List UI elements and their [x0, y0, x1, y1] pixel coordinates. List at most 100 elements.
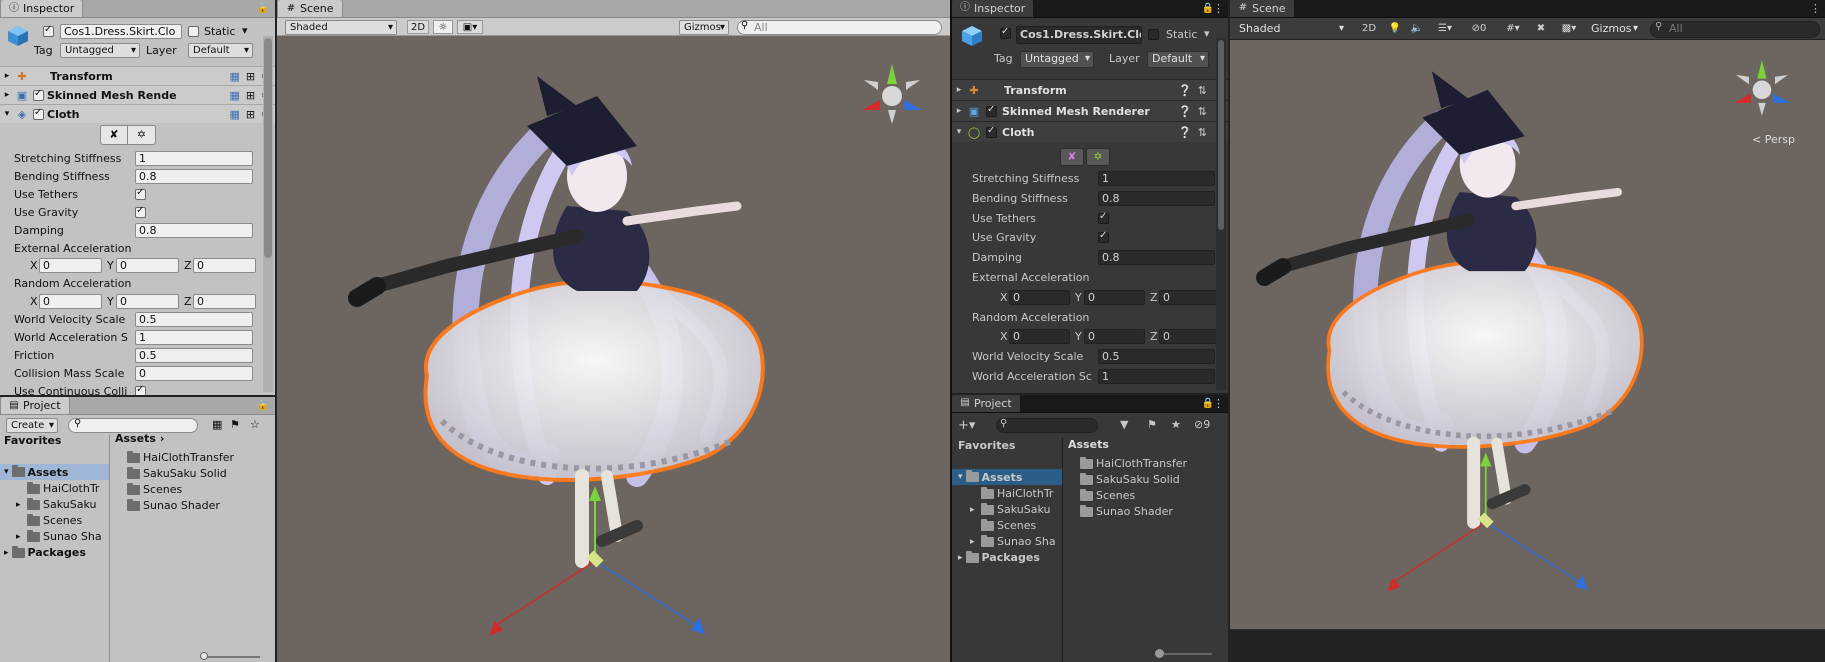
search-by-label-icon[interactable]: ⚑: [1147, 418, 1157, 431]
left-project-tab[interactable]: ▤ Project: [0, 397, 70, 414]
left-inspector-tab[interactable]: ⓘ Inspector: [0, 0, 84, 17]
right-component-transform[interactable]: ▸ ✚ Transform ❔⇅⋮: [952, 79, 1228, 100]
vector-z-field[interactable]: 0: [1159, 289, 1220, 305]
search-by-type-icon[interactable]: ▦: [212, 418, 222, 431]
edit-self-collision-button[interactable]: ✡: [128, 125, 156, 145]
help-icon[interactable]: ▦: [230, 108, 240, 121]
left-component-cloth[interactable]: ▾ ◈ Cloth ▦⊞⚙: [0, 104, 275, 123]
right-gizmos-dropdown[interactable]: Gizmos: [1586, 21, 1642, 38]
fold-arrow-icon[interactable]: ▸: [16, 532, 24, 542]
tree-folder-item[interactable]: ▸ SakuSaku: [970, 502, 1050, 516]
search-by-label-icon[interactable]: ⚑: [230, 418, 240, 431]
property-checkbox[interactable]: [135, 187, 146, 200]
property-value-field[interactable]: 1: [1098, 369, 1215, 384]
right-object-name-field[interactable]: Cos1.Dress.Skirt.Clo: [1016, 26, 1142, 44]
hidden-packages-icon[interactable]: ⊘9: [1194, 418, 1210, 431]
left-component-skinned-mesh[interactable]: ▸ ▣ Skinned Mesh Rende ▦⊞⚙: [0, 85, 275, 104]
image-effects-icon[interactable]: ▣▾: [457, 20, 483, 34]
left-gizmos-dropdown[interactable]: Gizmos: [679, 20, 729, 35]
favorites-item[interactable]: Favorites: [4, 434, 61, 447]
fold-arrow-icon[interactable]: ▸: [4, 548, 9, 558]
asset-folder-item[interactable]: Scenes: [1080, 488, 1135, 502]
help-icon[interactable]: ❔: [1178, 126, 1192, 139]
left-2d-toggle[interactable]: 2D: [407, 20, 429, 34]
asset-folder-item[interactable]: HaiClothTransfer: [1080, 456, 1187, 470]
tree-folder-item[interactable]: ▸ Sunao Sha: [16, 529, 102, 543]
left-scene-tab[interactable]: # Scene: [277, 0, 343, 17]
left-tag-dropdown[interactable]: Untagged: [60, 43, 140, 58]
favorites-item[interactable]: Favorites: [958, 439, 1015, 452]
property-checkbox[interactable]: [135, 205, 146, 218]
property-checkbox[interactable]: [1098, 211, 1109, 224]
left-viewport[interactable]: [277, 36, 950, 662]
left-static-dropdown-icon[interactable]: ▾: [242, 24, 248, 37]
fold-arrow-icon[interactable]: ▸: [970, 537, 978, 547]
fold-arrow-down-icon[interactable]: ▾: [952, 127, 966, 137]
audio-toggle-icon[interactable]: 🔈: [1408, 22, 1426, 36]
asset-folder-item[interactable]: HaiClothTransfer: [127, 450, 234, 464]
persp-label[interactable]: < Persp: [1752, 133, 1795, 146]
create-dropdown[interactable]: Create: [6, 418, 58, 433]
fold-arrow-icon[interactable]: ▸: [0, 71, 14, 81]
right-component-skinned-mesh[interactable]: ▸ ▣ Skinned Mesh Renderer ❔⇅⋮: [952, 100, 1228, 121]
property-value-field[interactable]: 1: [135, 151, 253, 166]
fold-arrow-down-icon[interactable]: ▾: [958, 472, 963, 482]
help-icon[interactable]: ❔: [1178, 84, 1192, 97]
vector-z-field[interactable]: 0: [193, 294, 256, 310]
tree-folder-item[interactable]: Scenes: [970, 518, 1036, 532]
vector-z-field[interactable]: 0: [193, 258, 256, 274]
right-shading-dropdown[interactable]: Shaded: [1234, 21, 1348, 38]
fold-arrow-icon[interactable]: [16, 516, 24, 526]
more-menu-icon[interactable]: ⋮: [1213, 2, 1224, 15]
skinned-mesh-enabled-checkbox[interactable]: [33, 88, 44, 101]
property-checkbox[interactable]: [1098, 230, 1109, 244]
skinned-mesh-enabled-checkbox[interactable]: [986, 104, 997, 117]
preset-icon[interactable]: ⇅: [1198, 84, 1207, 97]
left-static-checkbox[interactable]: [188, 26, 199, 37]
property-value-field[interactable]: 0.8: [135, 168, 253, 184]
cloth-enabled-checkbox[interactable]: [986, 125, 997, 138]
left-object-name-field[interactable]: Cos1.Dress.Skirt.Clo: [60, 24, 182, 39]
fold-arrow-icon[interactable]: ▸: [0, 90, 14, 100]
tools-icon[interactable]: ✖: [1532, 22, 1550, 36]
effects-toggle-icon[interactable]: ☰▾: [1430, 22, 1460, 36]
cloth-enabled-checkbox[interactable]: [33, 107, 44, 120]
fold-arrow-icon[interactable]: ▸: [952, 85, 966, 95]
vector-y-field[interactable]: 0: [116, 294, 179, 310]
help-icon[interactable]: ❔: [1178, 105, 1192, 118]
more-menu-icon[interactable]: ⋮: [1810, 2, 1821, 15]
fold-arrow-icon[interactable]: [970, 521, 978, 531]
fold-arrow-icon[interactable]: ▸: [952, 106, 966, 116]
tree-folder-item[interactable]: ▸ Sunao Sha: [970, 534, 1056, 548]
left-component-transform[interactable]: ▸ ✚ Transform ▦⊞⚙: [0, 66, 275, 85]
right-2d-toggle[interactable]: 2D: [1358, 22, 1380, 36]
preset-icon[interactable]: ⊞: [246, 89, 255, 102]
property-checkbox[interactable]: [135, 384, 146, 395]
packages-tree-item[interactable]: ▸ Packages: [958, 550, 1040, 564]
tree-folder-item[interactable]: Scenes: [16, 513, 82, 527]
fold-arrow-icon[interactable]: ▸: [958, 553, 963, 563]
fold-arrow-icon[interactable]: ▸: [16, 500, 24, 510]
favorite-star-icon[interactable]: ★: [1171, 418, 1181, 431]
assets-tree-item[interactable]: ▾ Assets: [0, 464, 109, 480]
property-value-field[interactable]: 1: [1098, 171, 1215, 186]
asset-folder-item[interactable]: Sunao Shader: [127, 498, 220, 512]
right-active-checkbox[interactable]: [1000, 26, 1011, 39]
preset-icon[interactable]: ⇅: [1198, 105, 1207, 118]
fold-arrow-icon[interactable]: [970, 489, 978, 499]
left-zoom-slider[interactable]: [200, 652, 260, 660]
tree-folder-item[interactable]: HaiClothTr: [16, 481, 99, 495]
vector-z-field[interactable]: 0: [1159, 329, 1220, 345]
vector-x-field[interactable]: 0: [39, 258, 102, 274]
asset-folder-item[interactable]: Scenes: [127, 482, 182, 496]
camera-icon[interactable]: ▩▾: [1554, 22, 1584, 36]
fold-arrow-icon[interactable]: [16, 484, 24, 494]
more-menu-icon[interactable]: ⋮: [1213, 397, 1224, 410]
property-value-field[interactable]: 0.8: [1098, 250, 1215, 266]
asset-folder-item[interactable]: SakuSaku Solid: [1080, 472, 1180, 486]
project-search-input[interactable]: [996, 418, 1098, 433]
right-zoom-slider[interactable]: [1155, 649, 1212, 658]
packages-tree-item[interactable]: ▸ Packages: [4, 545, 86, 559]
lighting-toggle-icon[interactable]: ☼: [433, 20, 453, 34]
lock-icon[interactable]: 🔒: [257, 3, 269, 14]
